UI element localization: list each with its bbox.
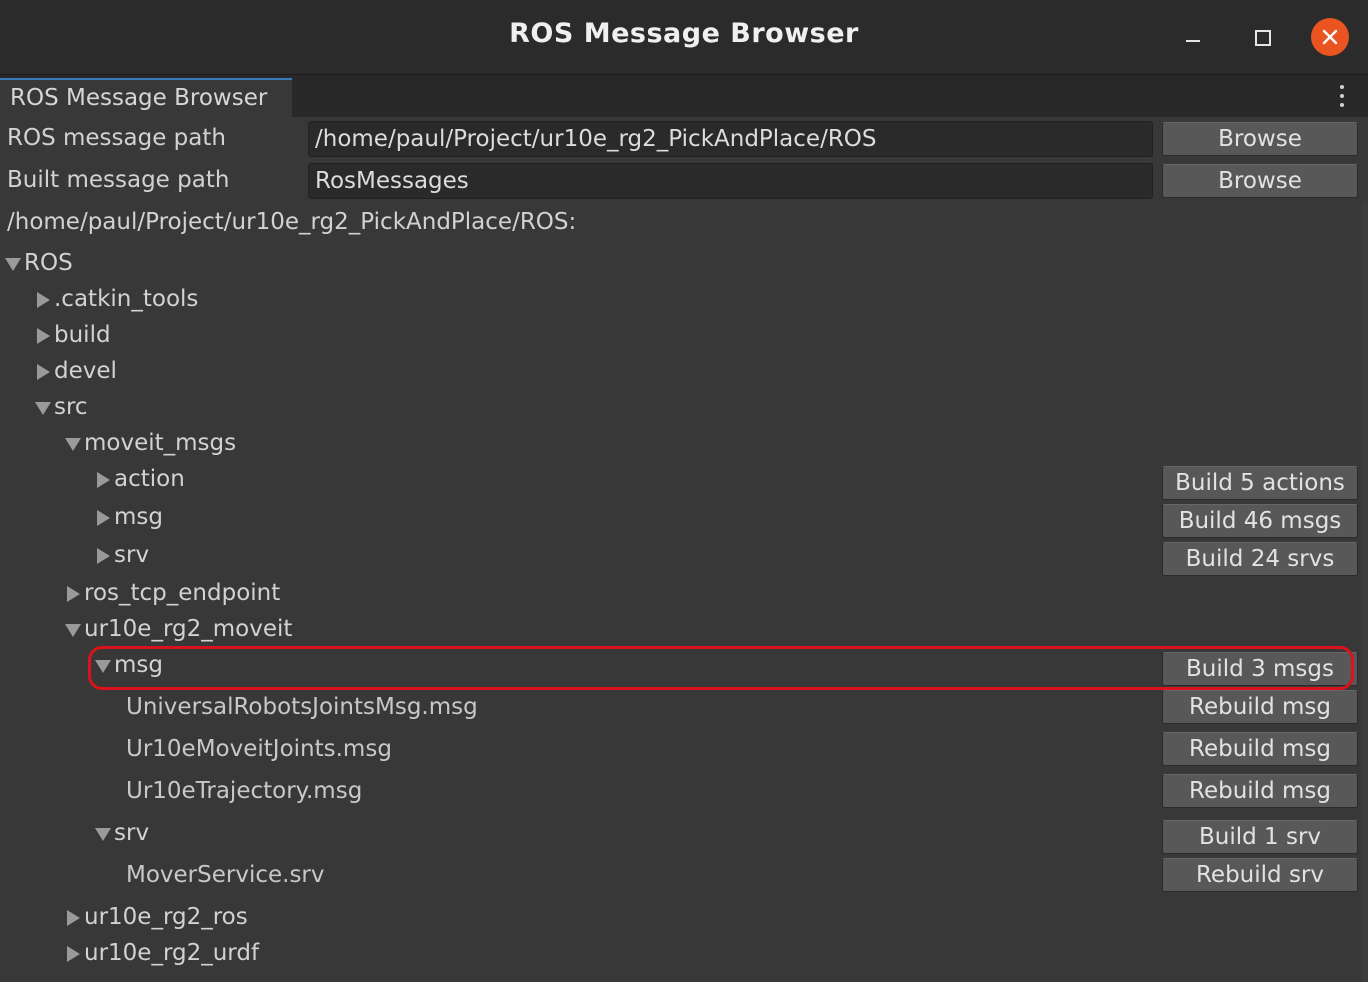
maximize-icon[interactable]	[1243, 18, 1281, 56]
expanded-arrow-icon[interactable]	[64, 427, 84, 459]
more-options-icon[interactable]	[1332, 83, 1352, 109]
expanded-arrow-icon[interactable]	[34, 391, 54, 423]
msg-file-universal-robots-joints[interactable]: UniversalRobotsJointsMsg.msg	[126, 691, 478, 723]
close-x-glyph	[1322, 29, 1338, 45]
scrollbar[interactable]	[1362, 203, 1368, 982]
collapsed-arrow-icon[interactable]	[94, 463, 114, 495]
tree-node-label: src	[54, 394, 88, 420]
tree-node-label: ur10e_rg2_moveit	[84, 616, 293, 642]
tree-node-label: devel	[54, 358, 117, 384]
build-24-srvs-button[interactable]: Build 24 srvs	[1162, 542, 1358, 576]
collapsed-arrow-icon[interactable]	[94, 501, 114, 533]
ros-message-path-field[interactable]: /home/paul/Project/ur10e_rg2_PickAndPlac…	[308, 121, 1153, 157]
ros-message-browser-window: ROS Message Browser ROS Message Browser …	[0, 0, 1368, 982]
collapsed-arrow-icon[interactable]	[34, 355, 54, 387]
tree-node-label: srv	[114, 820, 150, 846]
build-3-msgs-button[interactable]: Build 3 msgs	[1162, 652, 1358, 686]
tree-node-build[interactable]: build	[34, 319, 111, 351]
tree-node-label: ur10e_rg2_urdf	[84, 940, 260, 966]
build-actions-button[interactable]: Build 5 actions	[1162, 466, 1358, 500]
tree-node-catkin-tools[interactable]: .catkin_tools	[34, 283, 198, 315]
tree-node-moveit-msg[interactable]: msg	[94, 501, 163, 533]
rebuild-msg-button-3[interactable]: Rebuild msg	[1162, 774, 1358, 808]
expanded-arrow-icon[interactable]	[64, 613, 84, 645]
tree-node-label: ROS	[24, 250, 73, 276]
build-46-msgs-button[interactable]: Build 46 msgs	[1162, 504, 1358, 538]
tree-node-label: srv	[114, 542, 150, 568]
expanded-arrow-icon[interactable]	[94, 649, 114, 681]
tree-node-ur-msg[interactable]: msg	[94, 649, 163, 681]
expanded-arrow-icon[interactable]	[94, 817, 114, 849]
window-title: ROS Message Browser	[509, 18, 859, 49]
built-message-path-label: Built message path	[7, 167, 230, 193]
collapsed-arrow-icon[interactable]	[64, 937, 84, 969]
collapsed-arrow-icon[interactable]	[64, 577, 84, 609]
msg-file-ur10e-trajectory[interactable]: Ur10eTrajectory.msg	[126, 775, 362, 807]
tree-node-label: msg	[114, 504, 163, 530]
tree-node-label: msg	[114, 652, 163, 678]
tree-node-devel[interactable]: devel	[34, 355, 117, 387]
browse-ros-path-button[interactable]: Browse	[1162, 122, 1358, 156]
msg-file-ur10e-moveit-joints[interactable]: Ur10eMoveitJoints.msg	[126, 733, 392, 765]
browse-built-path-button[interactable]: Browse	[1162, 164, 1358, 198]
build-1-srv-button[interactable]: Build 1 srv	[1162, 820, 1358, 854]
tab-ros-message-browser[interactable]: ROS Message Browser	[0, 78, 292, 117]
current-path-label: /home/paul/Project/ur10e_rg2_PickAndPlac…	[7, 209, 577, 235]
collapsed-arrow-icon[interactable]	[34, 319, 54, 351]
tree-node-ur10e-rg2-moveit[interactable]: ur10e_rg2_moveit	[64, 613, 292, 645]
rebuild-srv-button[interactable]: Rebuild srv	[1162, 858, 1358, 892]
tree-node-label: ros_tcp_endpoint	[84, 580, 281, 606]
ros-message-path-label: ROS message path	[7, 125, 226, 151]
title-bar: ROS Message Browser	[0, 0, 1368, 75]
collapsed-arrow-icon[interactable]	[64, 901, 84, 933]
tree-node-ur-srv[interactable]: srv	[94, 817, 149, 849]
tab-bar: ROS Message Browser	[0, 75, 1368, 117]
tree-node-moveit-msgs[interactable]: moveit_msgs	[64, 427, 236, 459]
tree-node-label: .catkin_tools	[54, 286, 199, 312]
minimize-icon[interactable]	[1174, 18, 1212, 56]
tree-node-label: moveit_msgs	[84, 430, 237, 456]
expanded-arrow-icon[interactable]	[4, 247, 24, 279]
srv-file-mover-service[interactable]: MoverService.srv	[126, 859, 325, 891]
tree-node-ros-tcp-endpoint[interactable]: ros_tcp_endpoint	[64, 577, 280, 609]
tree-node-src[interactable]: src	[34, 391, 88, 423]
collapsed-arrow-icon[interactable]	[34, 283, 54, 315]
tree-node-ros[interactable]: ROS	[4, 247, 73, 279]
tree-node-moveit-action[interactable]: action	[94, 463, 185, 495]
browser-content: ROS message path /home/paul/Project/ur10…	[0, 117, 1368, 982]
collapsed-arrow-icon[interactable]	[94, 539, 114, 571]
tree-node-ur10e-rg2-ros[interactable]: ur10e_rg2_ros	[64, 901, 248, 933]
tree-node-ur10e-rg2-urdf[interactable]: ur10e_rg2_urdf	[64, 937, 259, 969]
built-message-path-field[interactable]: RosMessages	[308, 163, 1153, 199]
rebuild-msg-button-2[interactable]: Rebuild msg	[1162, 732, 1358, 766]
tree-node-label: ur10e_rg2_ros	[84, 904, 248, 930]
tree-node-moveit-srv[interactable]: srv	[94, 539, 149, 571]
close-icon[interactable]	[1311, 18, 1349, 56]
rebuild-msg-button-1[interactable]: Rebuild msg	[1162, 690, 1358, 724]
tree-node-label: build	[54, 322, 111, 348]
tree-node-label: action	[114, 466, 185, 492]
